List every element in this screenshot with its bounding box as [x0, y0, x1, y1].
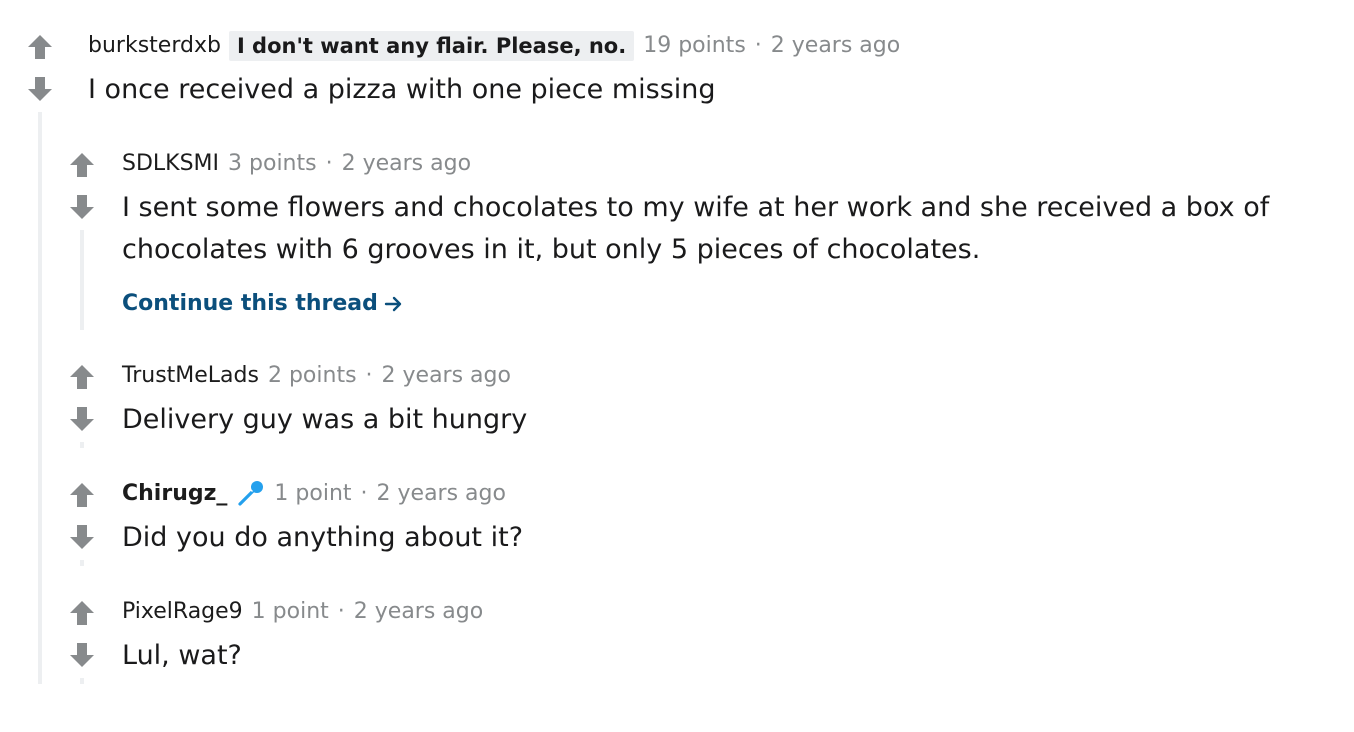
comment-meta: TrustMeLads 2 points · 2 years ago — [122, 361, 511, 391]
continue-thread-link[interactable]: Continue this thread — [122, 289, 404, 319]
comment-points: 1 point — [274, 481, 352, 506]
comment-points: 2 points — [267, 363, 357, 388]
thread-line-root[interactable] — [38, 112, 42, 684]
thread-line-reply-3[interactable] — [80, 560, 84, 566]
comment-meta: Chirugz_ 1 point · 2 years ago — [122, 479, 506, 509]
comment-timestamp[interactable]: 2 years ago — [771, 31, 900, 61]
comment-timestamp[interactable]: 2 years ago — [377, 479, 506, 509]
comment-author[interactable]: Chirugz_ — [122, 479, 227, 509]
upvote-arrow-icon[interactable] — [68, 481, 96, 509]
meta-separator: · — [754, 33, 762, 58]
comment-body-line-2: chocolates with 6 grooves in it, but onl… — [122, 234, 981, 265]
comment-author[interactable]: SDLKSMI — [122, 149, 219, 179]
downvote-arrow-icon[interactable] — [68, 523, 96, 551]
comment-points: 3 points — [228, 151, 317, 176]
continue-thread-label[interactable]: Continue this thread — [122, 289, 378, 319]
downvote-arrow-icon[interactable] — [68, 405, 96, 433]
comment-body: Delivery guy was a bit hungry — [122, 404, 528, 435]
upvote-arrow-icon[interactable] — [26, 33, 54, 61]
comment-author[interactable]: burksterdxb — [88, 31, 221, 61]
comment-timestamp[interactable]: 2 years ago — [382, 361, 511, 391]
meta-separator: · — [365, 363, 373, 388]
comment-timestamp[interactable]: 2 years ago — [354, 597, 483, 627]
thread-line-reply-2[interactable] — [80, 442, 84, 448]
comment-body-line-1: I sent some flowers and chocolates to my… — [122, 192, 1270, 223]
meta-separator: · — [360, 481, 368, 506]
downvote-arrow-icon[interactable] — [26, 75, 54, 103]
microphone-icon — [235, 479, 265, 509]
downvote-arrow-icon[interactable] — [68, 641, 96, 669]
comment-points: 19 points — [643, 33, 746, 58]
comment-body: I once received a pizza with one piece m… — [88, 74, 716, 105]
thread-line-reply-1[interactable] — [80, 230, 84, 330]
upvote-arrow-icon[interactable] — [68, 151, 96, 179]
comment-author[interactable]: TrustMeLads — [122, 361, 259, 391]
downvote-arrow-icon[interactable] — [68, 193, 96, 221]
user-flair: I don't want any flair. Please, no. — [228, 31, 635, 61]
comment-timestamp[interactable]: 2 years ago — [342, 149, 471, 179]
comment-author[interactable]: PixelRage9 — [122, 597, 243, 627]
comment-meta: burksterdxb I don't want any flair. Plea… — [88, 31, 900, 61]
meta-separator: · — [337, 599, 345, 624]
thread-line-reply-4[interactable] — [80, 678, 84, 684]
upvote-arrow-icon[interactable] — [68, 599, 96, 627]
comment-body: Lul, wat? — [122, 640, 242, 671]
meta-separator: · — [325, 151, 333, 176]
upvote-arrow-icon[interactable] — [68, 363, 96, 391]
arrow-right-icon — [384, 296, 402, 312]
comment-body: Did you do anything about it? — [122, 522, 524, 553]
comment-meta: SDLKSMI 3 points · 2 years ago — [122, 149, 471, 179]
comment-points: 1 point — [251, 599, 329, 624]
comment-meta: PixelRage9 1 point · 2 years ago — [122, 597, 483, 627]
